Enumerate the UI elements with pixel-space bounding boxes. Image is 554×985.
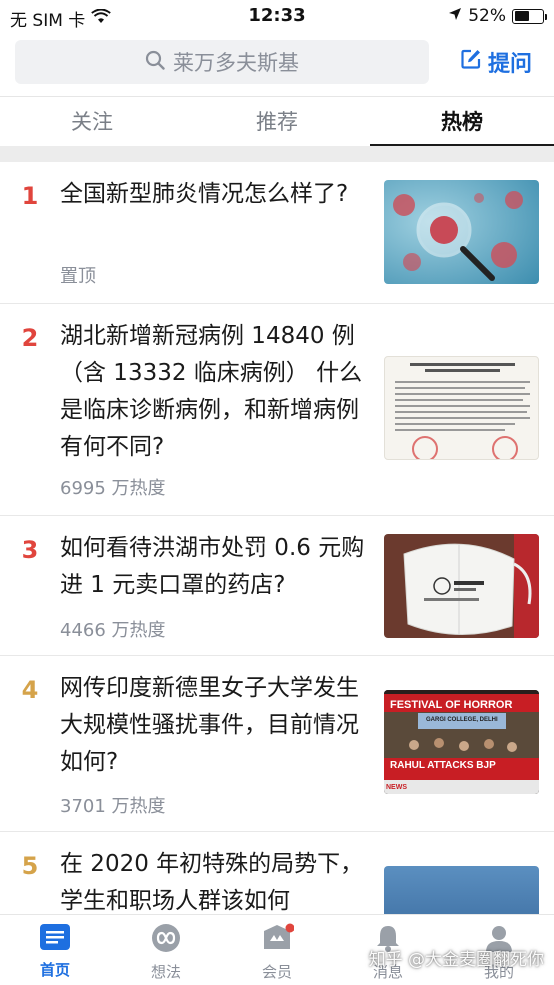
top-tabs: 关注 推荐 热榜	[0, 96, 554, 147]
item-title[interactable]: 湖北新增新冠病例 14840 例（含 13332 临床病例） 什么是临床诊断病例…	[60, 318, 366, 466]
search-placeholder: 莱万多夫斯基	[173, 51, 299, 75]
rank-number: 4	[21, 676, 39, 704]
news-screenshot-image: FESTIVAL OF HORROR GARGI COLLEGE, DELHI …	[384, 690, 539, 794]
tabbar-label: 会员	[261, 963, 292, 981]
rank-number: 2	[21, 324, 39, 352]
item-title[interactable]: 在 2020 年初特殊的局势下，学生和职场人群该如何	[60, 846, 366, 914]
search-icon	[145, 50, 165, 75]
crown-icon	[260, 923, 295, 957]
pinned-label: 置顶	[60, 266, 96, 287]
tabbar-membership[interactable]: 会员	[222, 923, 332, 982]
ticker-text: RAHUL ATTACKS BJP	[390, 760, 496, 771]
rank-number: 3	[21, 536, 39, 564]
tab-following[interactable]: 关注	[0, 97, 184, 147]
rank-number: 1	[21, 182, 39, 210]
hot-list-item[interactable]: 5 在 2020 年初特殊的局势下，学生和职场人群该如何	[0, 832, 554, 914]
item-title[interactable]: 网传印度新德里女子大学发生大规模性骚扰事件，目前情况如何?	[60, 670, 366, 781]
tab-hot-list[interactable]: 热榜	[370, 97, 554, 147]
tabbar-ideas[interactable]: 想法	[111, 923, 221, 982]
hot-list-item[interactable]: 3 如何看待洪湖市处罚 0.6 元购进 1 元卖口罩的药店? 4466 万热度	[0, 516, 554, 656]
battery-percent: 52%	[468, 6, 506, 26]
ask-label: 提问	[487, 52, 532, 77]
status-right: 52%	[448, 6, 547, 26]
hot-list-item[interactable]: 2 湖北新增新冠病例 14840 例（含 13332 临床病例） 什么是临床诊断…	[0, 304, 554, 516]
search-input[interactable]: 莱万多夫斯基	[15, 40, 429, 84]
infinity-icon	[150, 924, 182, 957]
sub-text: GARGI COLLEGE, DELHI	[426, 717, 498, 723]
blue-image	[384, 866, 539, 914]
item-title[interactable]: 全国新型肺炎情况怎么样了?	[60, 176, 366, 213]
tabbar-home[interactable]: 首页	[0, 923, 110, 980]
zhihu-hot-list-screen: 无 SIM 卡 12:33 52% 莱万多夫斯基 提问 关注 推荐 热榜 1 全…	[0, 0, 554, 985]
ask-question-button[interactable]: 提问	[460, 46, 532, 78]
tag-text: NEWS	[386, 784, 407, 791]
battery-icon	[512, 8, 547, 24]
home-list-icon	[39, 924, 71, 955]
edit-icon	[460, 48, 482, 76]
heat-count: 3701 万热度	[60, 796, 166, 817]
hot-list-feed: 1 全国新型肺炎情况怎么样了? 置顶 2 湖北新增新冠病例 14840 例（含 …	[0, 162, 554, 914]
virus-image	[384, 180, 539, 284]
tab-recommend[interactable]: 推荐	[185, 97, 369, 147]
heat-count: 6995 万热度	[60, 478, 166, 499]
watermark-text: 知乎 @大金麦圈翻死你	[368, 950, 544, 970]
status-bar: 无 SIM 卡 12:33 52%	[0, 0, 554, 34]
rank-number: 5	[21, 852, 39, 880]
item-title[interactable]: 如何看待洪湖市处罚 0.6 元购进 1 元卖口罩的药店?	[60, 530, 366, 604]
mask-image	[384, 534, 539, 638]
search-row: 莱万多夫斯基 提问	[0, 40, 554, 86]
hot-list-item[interactable]: 4 网传印度新德里女子大学发生大规模性骚扰事件，目前情况如何? 3701 万热度…	[0, 656, 554, 832]
heat-count: 4466 万热度	[60, 620, 166, 641]
battery-level	[514, 11, 529, 21]
tabbar-label: 想法	[150, 963, 181, 981]
banner-text: FESTIVAL OF HORROR	[390, 699, 512, 711]
hot-list-item[interactable]: 1 全国新型肺炎情况怎么样了? 置顶	[0, 162, 554, 304]
section-divider	[0, 146, 554, 162]
document-image	[384, 356, 539, 460]
tabbar-label: 首页	[39, 961, 70, 979]
location-arrow-icon	[448, 6, 462, 26]
